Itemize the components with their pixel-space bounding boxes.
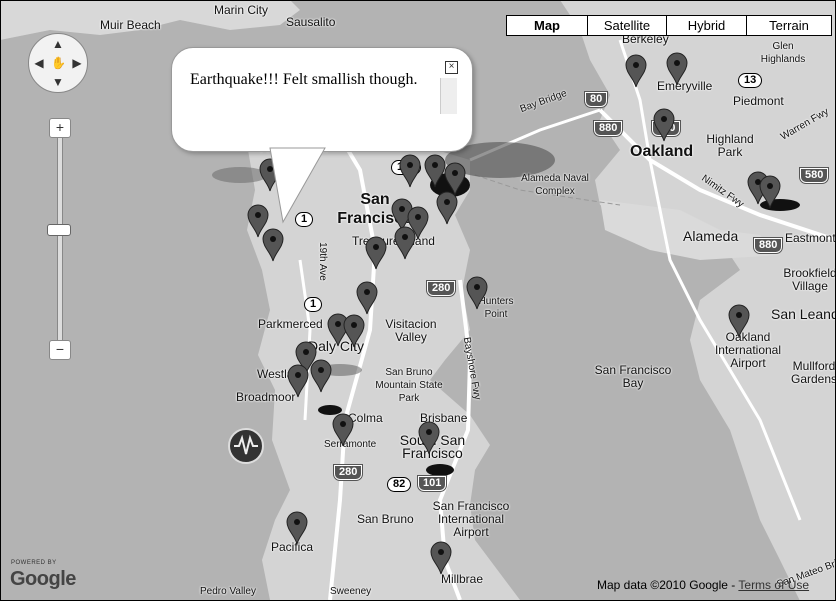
- route-shield: 82: [387, 477, 412, 492]
- place-label: 19th Ave: [316, 242, 328, 281]
- route-shield: 880: [752, 237, 784, 254]
- place-label: Parkmerced: [258, 317, 323, 331]
- map-marker-pin[interactable]: [262, 228, 284, 262]
- map-marker-pin[interactable]: [759, 175, 781, 209]
- place-label: San Francisco International Airport: [432, 499, 510, 539]
- route-shield: 880: [592, 120, 624, 137]
- place-label: Piedmont: [733, 94, 784, 108]
- terms-of-use-link[interactable]: Terms of Use: [738, 578, 809, 592]
- map-marker-pin[interactable]: [399, 154, 421, 188]
- google-logo[interactable]: Google: [10, 568, 76, 591]
- close-icon[interactable]: ×: [445, 61, 458, 74]
- route-shield: 101: [416, 475, 448, 492]
- map-type-control: Map Satellite Hybrid Terrain: [506, 15, 832, 36]
- pan-left-icon[interactable]: ◀: [32, 56, 46, 70]
- map-type-satellite-button[interactable]: Satellite: [587, 15, 667, 36]
- place-label: Alameda: [683, 228, 739, 244]
- map-marker-pin[interactable]: [625, 54, 647, 88]
- map-marker-pin[interactable]: [666, 52, 688, 86]
- zoom-slider-track[interactable]: [57, 128, 63, 355]
- map-marker-pin[interactable]: [259, 158, 281, 192]
- place-label: Muir Beach: [100, 18, 161, 32]
- route-shield: 1: [304, 297, 323, 312]
- map-attribution: Map data ©2010 Google - Terms of Use: [597, 578, 809, 592]
- map-canvas[interactable]: Muir Beach Marin City Sausalito Berkeley…: [0, 0, 836, 601]
- zoom-slider-handle[interactable]: [47, 224, 71, 236]
- map-marker-pin[interactable]: [332, 413, 354, 447]
- place-label: San Leandro: [771, 306, 836, 322]
- map-marker-pin[interactable]: [436, 191, 458, 225]
- hand-icon[interactable]: ✋: [51, 56, 66, 70]
- map-marker-pin[interactable]: [424, 154, 446, 188]
- place-label: Sausalito: [286, 15, 336, 29]
- place-label: Oakland: [630, 143, 694, 160]
- place-label: San Francisco Bay: [594, 363, 672, 390]
- pan-up-icon[interactable]: ▲: [51, 37, 65, 51]
- route-shield: 280: [332, 464, 364, 481]
- infowindow-message: Earthquake!!! Felt smallish though.: [190, 71, 418, 88]
- seismic-icon[interactable]: [228, 428, 264, 464]
- place-label: Alameda Naval Complex: [521, 173, 589, 197]
- powered-by-label: POWERED BY: [11, 560, 57, 566]
- route-shield: 280: [425, 280, 457, 297]
- attribution-text: Map data ©2010 Google -: [597, 578, 739, 592]
- place-label: Visitacion Valley: [385, 317, 437, 344]
- place-label: Mullford Gardens: [790, 359, 836, 386]
- place-label: Sweeney: [330, 586, 372, 597]
- map-marker-pin[interactable]: [394, 226, 416, 260]
- route-shield: 13: [738, 73, 763, 88]
- map-marker-pin[interactable]: [310, 359, 332, 393]
- route-shield: 80: [583, 91, 609, 108]
- map-marker-pin[interactable]: [466, 276, 488, 310]
- pan-down-icon[interactable]: ▼: [51, 75, 65, 89]
- map-marker-pin[interactable]: [287, 364, 309, 398]
- place-label: San Bruno Mountain State Park: [375, 367, 443, 404]
- pan-control: ▲ ▼ ◀ ▶ ✋: [28, 33, 88, 93]
- infowindow: Earthquake!!! Felt smallish though. ×: [171, 47, 473, 152]
- pan-right-icon[interactable]: ▶: [70, 56, 84, 70]
- route-shield: 1: [295, 212, 314, 227]
- place-label: San Bruno: [357, 512, 414, 526]
- zoom-out-button[interactable]: −: [49, 340, 71, 360]
- place-label: Brookfield Village: [783, 266, 836, 293]
- zoom-in-button[interactable]: +: [49, 118, 71, 138]
- map-type-terrain-button[interactable]: Terrain: [746, 15, 832, 36]
- place-label: Highland Park: [706, 132, 754, 159]
- infowindow-scrollbar[interactable]: [440, 78, 457, 114]
- map-marker-pin[interactable]: [365, 236, 387, 270]
- map-type-hybrid-button[interactable]: Hybrid: [666, 15, 747, 36]
- map-type-map-button[interactable]: Map: [506, 15, 588, 36]
- place-label: Pedro Valley: [200, 586, 256, 597]
- map-marker-pin[interactable]: [356, 281, 378, 315]
- map-marker-pin[interactable]: [286, 511, 308, 545]
- place-label: Glen Highlands: [760, 41, 806, 65]
- route-shield: 580: [798, 167, 830, 184]
- map-marker-pin[interactable]: [430, 541, 452, 575]
- map-marker-pin[interactable]: [418, 421, 440, 455]
- place-label: Eastmont: [785, 231, 836, 245]
- map-marker-pin[interactable]: [343, 314, 365, 348]
- map-marker-pin[interactable]: [728, 304, 750, 338]
- place-label: Marin City: [214, 3, 269, 17]
- map-marker-pin[interactable]: [653, 108, 675, 142]
